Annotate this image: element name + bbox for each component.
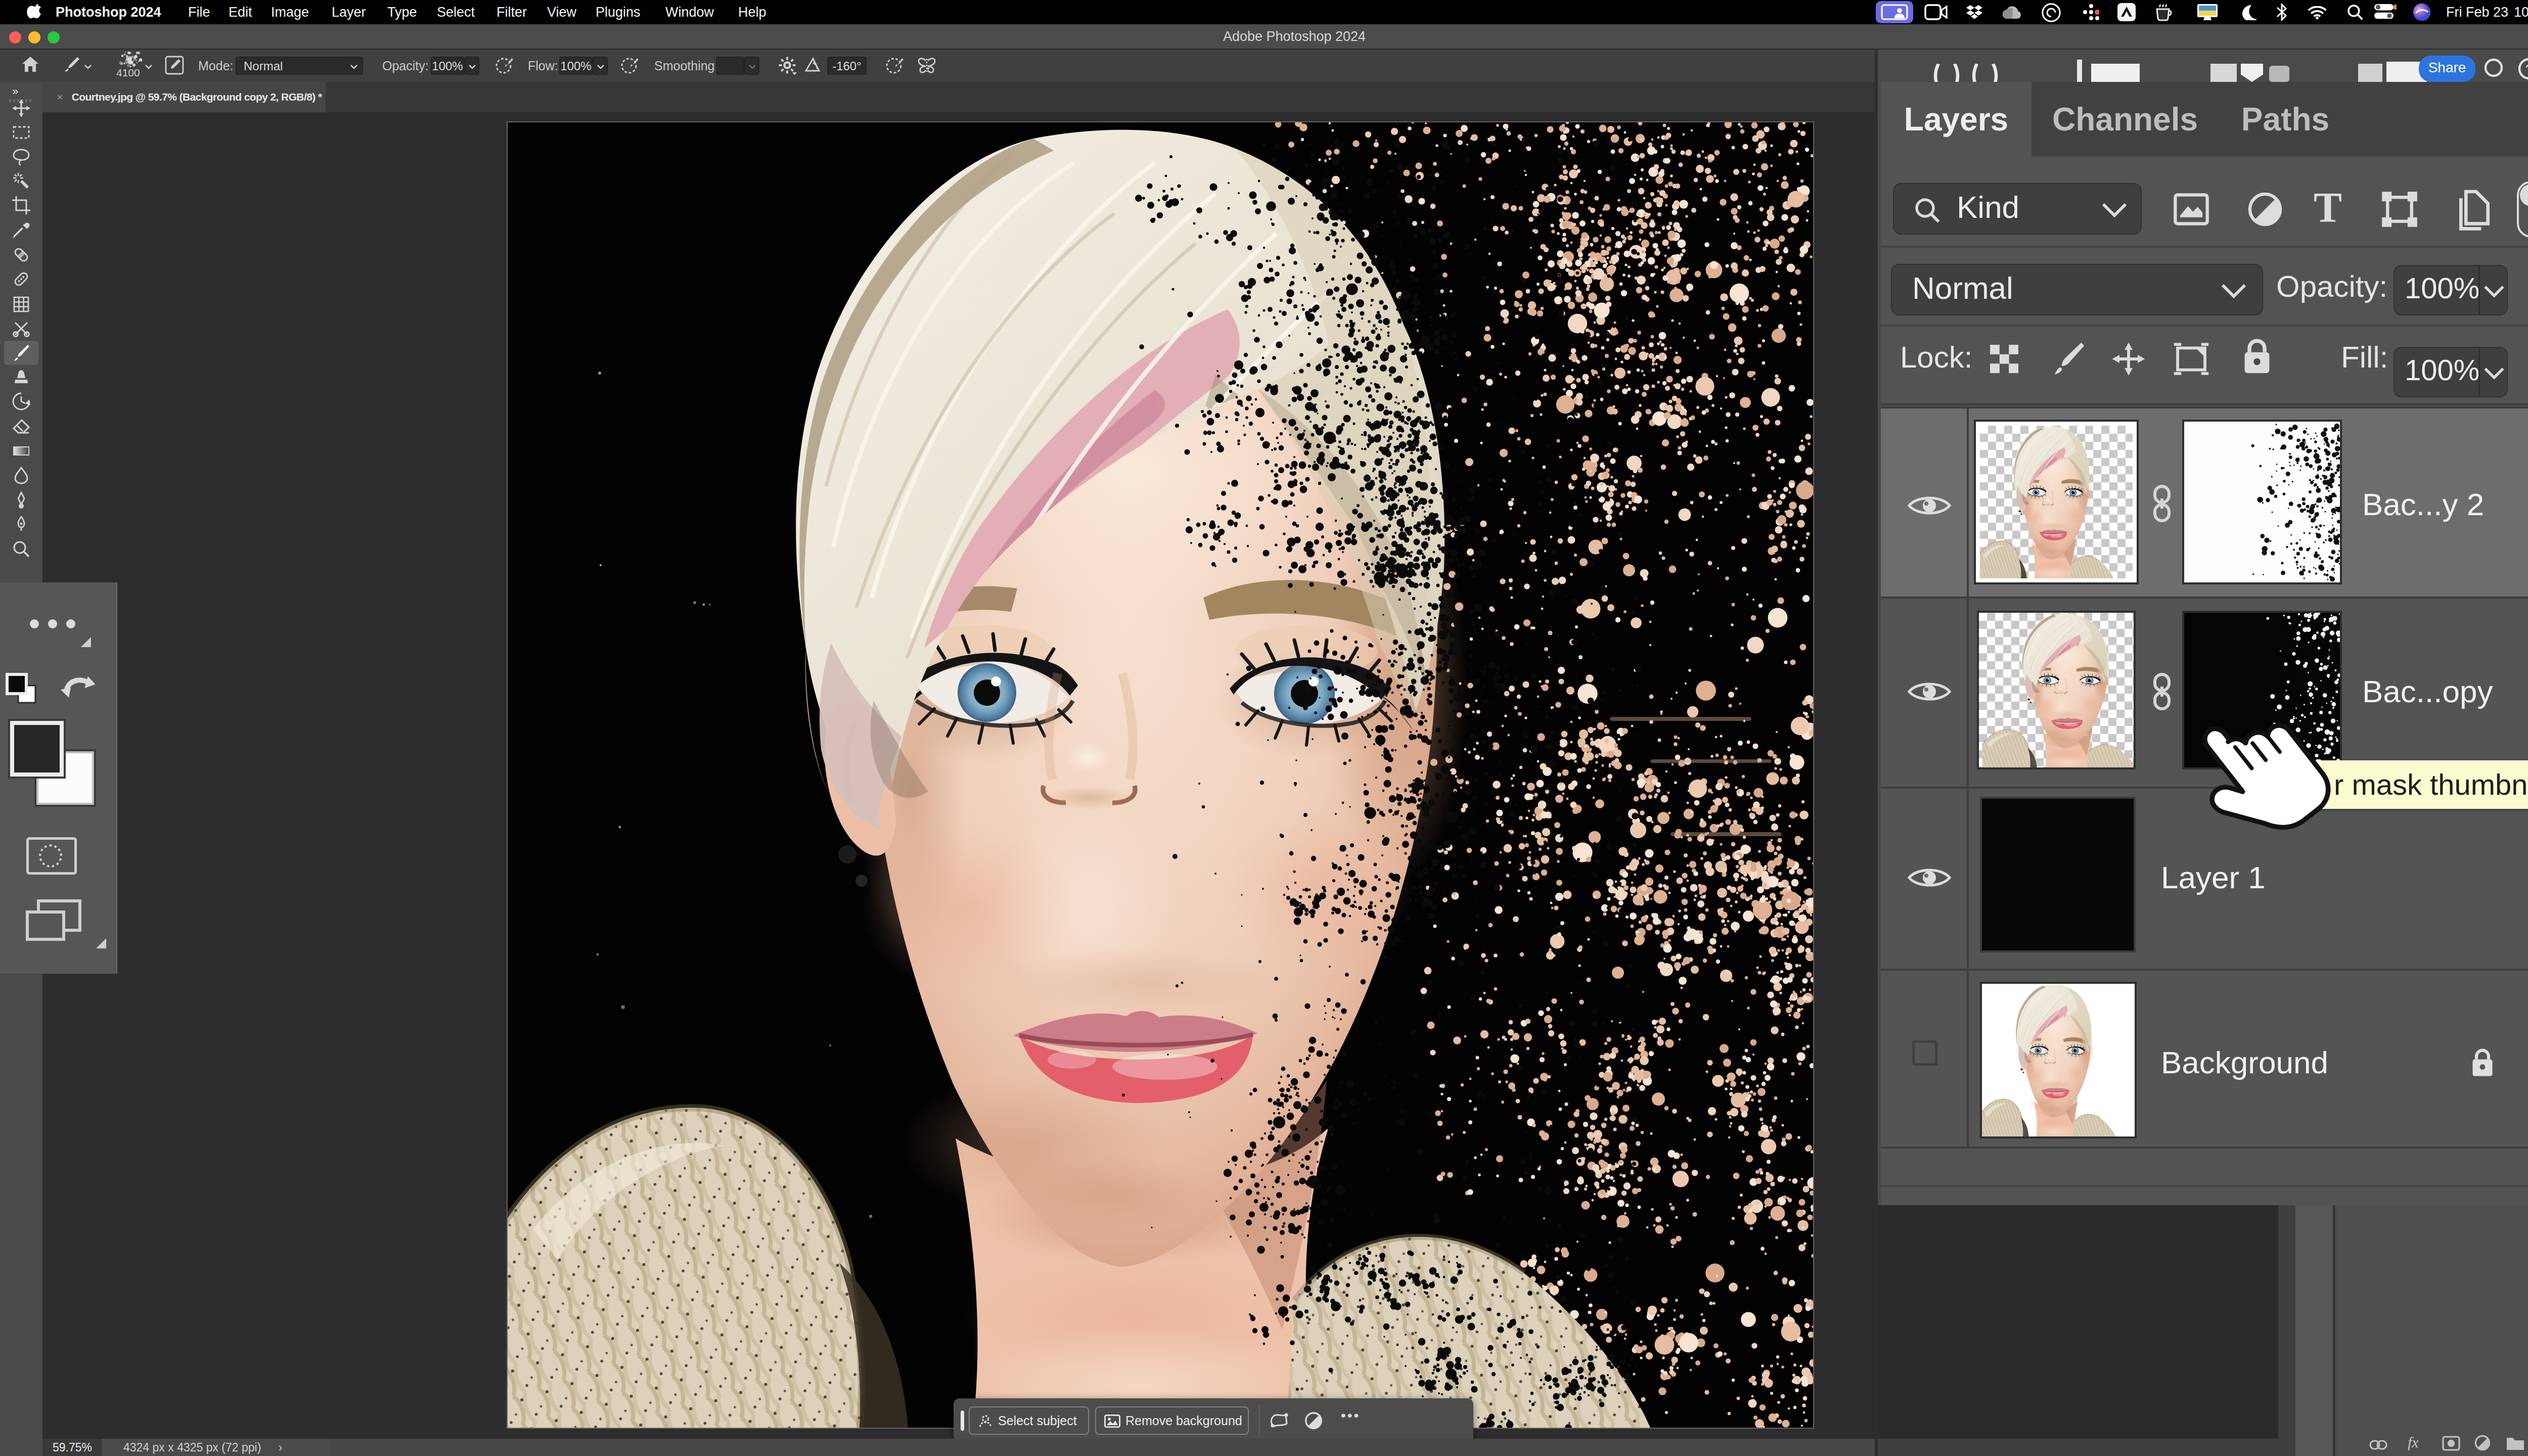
svg-text:?: ? [2525,62,2528,77]
